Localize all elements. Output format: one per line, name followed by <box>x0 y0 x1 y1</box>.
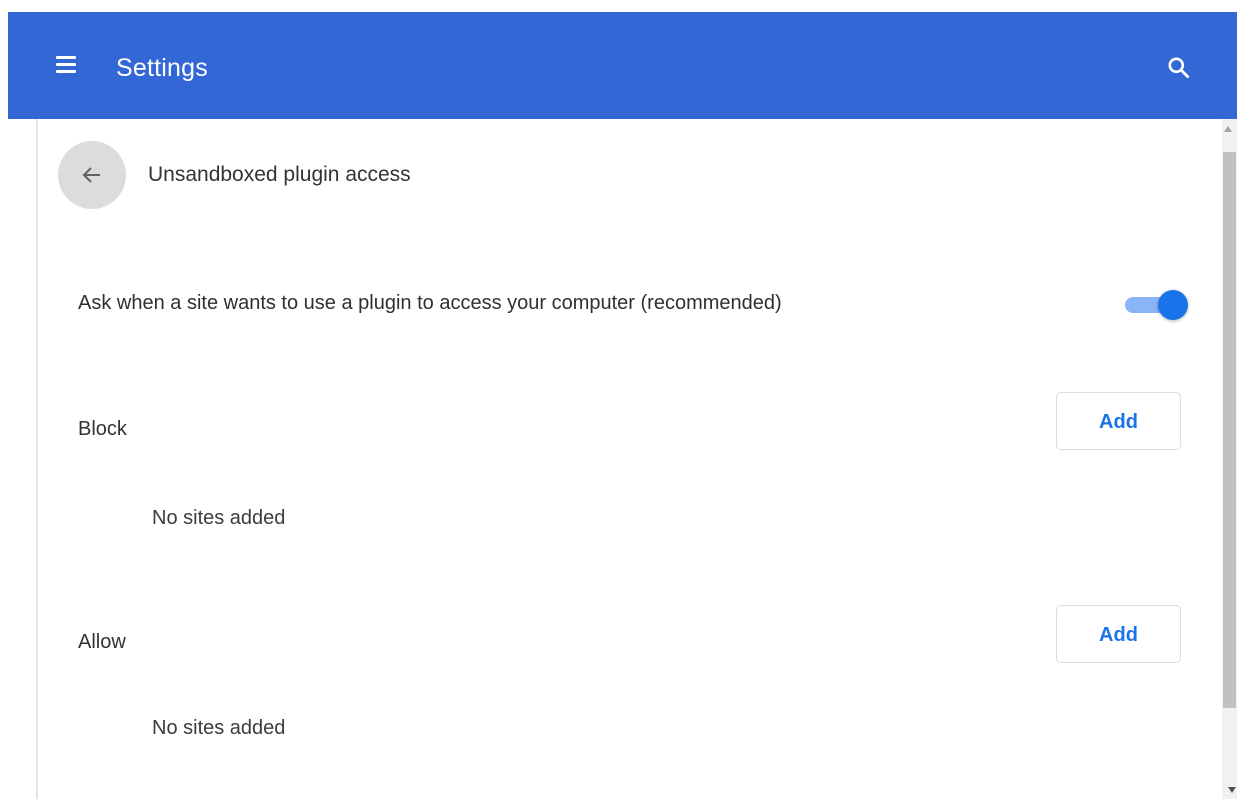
scrollbar-thumb[interactable] <box>1223 152 1236 708</box>
scroll-down-arrow-icon[interactable] <box>1228 787 1236 793</box>
allow-empty-text: No sites added <box>152 717 286 739</box>
app-title: Settings <box>116 54 208 82</box>
block-add-button[interactable]: Add <box>1056 392 1181 450</box>
ask-setting-label: Ask when a site wants to use a plugin to… <box>78 292 782 314</box>
subpage-title: Unsandboxed plugin access <box>148 163 411 186</box>
ask-setting-toggle[interactable] <box>1122 288 1188 320</box>
hamburger-menu-icon[interactable] <box>54 52 78 76</box>
block-section-label: Block <box>78 418 127 440</box>
allow-add-button[interactable]: Add <box>1056 605 1181 663</box>
allow-section-label: Allow <box>78 631 126 653</box>
toggle-knob <box>1158 290 1188 320</box>
settings-page: Settings Unsandboxed plugin access Ask w… <box>0 0 1237 799</box>
search-icon[interactable] <box>1166 55 1192 81</box>
card-border <box>36 119 38 799</box>
back-button[interactable] <box>58 141 126 209</box>
scroll-up-arrow-icon[interactable] <box>1224 126 1232 132</box>
arrow-back-icon <box>82 167 100 183</box>
block-empty-text: No sites added <box>152 507 286 529</box>
